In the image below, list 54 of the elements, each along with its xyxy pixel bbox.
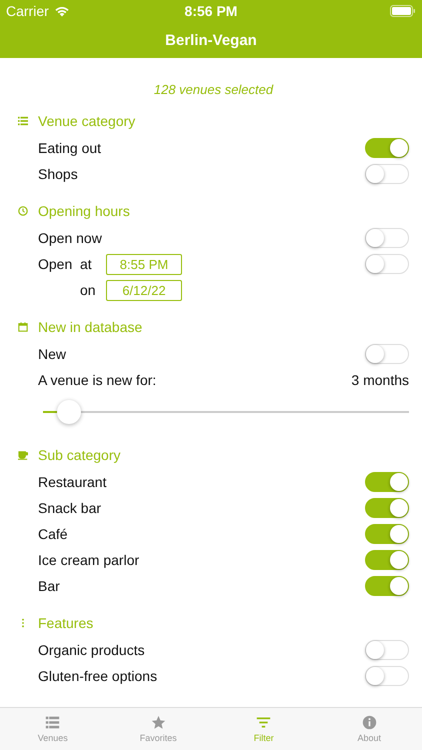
list-icon (45, 715, 60, 730)
tab-item[interactable]: Favorites (106, 708, 211, 750)
option-label: Ice cream parlor (38, 552, 140, 568)
battery-icon (390, 5, 416, 17)
calendar-icon (18, 322, 28, 332)
duration-value: 3 months (351, 372, 409, 388)
on-label: on (80, 282, 97, 298)
toggle-switch[interactable] (365, 640, 409, 660)
option-label: Organic products (38, 642, 146, 658)
filter-icon (256, 715, 272, 730)
cup-icon (18, 450, 28, 460)
toggle-switch[interactable] (365, 344, 409, 364)
venues-count: 128 venues selected (154, 82, 274, 97)
wifi-icon (54, 5, 70, 17)
carrier-label: Carrier (6, 3, 49, 19)
option-label: Open (38, 256, 74, 272)
star-icon (150, 715, 166, 730)
tab-item[interactable]: Venues (0, 708, 106, 750)
toggle-switch[interactable] (365, 254, 409, 274)
time-field[interactable]: 8:55 PM (106, 254, 182, 274)
option-label: Shops (38, 166, 79, 182)
toggle-switch[interactable] (365, 498, 409, 518)
toggle-switch[interactable] (365, 138, 409, 158)
list-icon (18, 116, 28, 126)
toggle-switch[interactable] (365, 576, 409, 596)
section-title: Opening hours (38, 203, 130, 219)
info-icon (362, 715, 377, 730)
toggle-switch[interactable] (365, 228, 409, 248)
option-label: A venue is new for: (38, 372, 158, 388)
section-title: Sub category (38, 447, 120, 463)
option-label: Gluten-free options (38, 668, 158, 684)
option-label: Restaurant (38, 474, 108, 490)
tab-item[interactable]: Filter (211, 708, 316, 750)
option-label: Bar (38, 578, 61, 594)
clock-icon (18, 206, 28, 216)
toggle-switch[interactable] (365, 164, 409, 184)
option-label: Open now (38, 230, 103, 246)
option-label: Café (38, 526, 69, 542)
nav-title: Berlin-Vegan (165, 32, 257, 48)
at-label: at (80, 256, 93, 272)
date-field[interactable]: 6/12/22 (106, 280, 182, 300)
option-label: New (38, 346, 68, 362)
toggle-switch[interactable] (365, 524, 409, 544)
slider-thumb[interactable] (56, 400, 81, 424)
toggle-switch[interactable] (365, 666, 409, 686)
toggle-switch[interactable] (365, 472, 409, 492)
option-label: Snack bar (38, 500, 102, 516)
section-title: New in database (38, 319, 142, 335)
tab-item[interactable]: About (316, 708, 422, 750)
toggle-switch[interactable] (365, 550, 409, 570)
status-time: 8:56 PM (184, 3, 238, 19)
option-label: Eating out (38, 140, 102, 156)
section-title: Features (38, 615, 94, 631)
section-title: Venue category (38, 113, 136, 129)
